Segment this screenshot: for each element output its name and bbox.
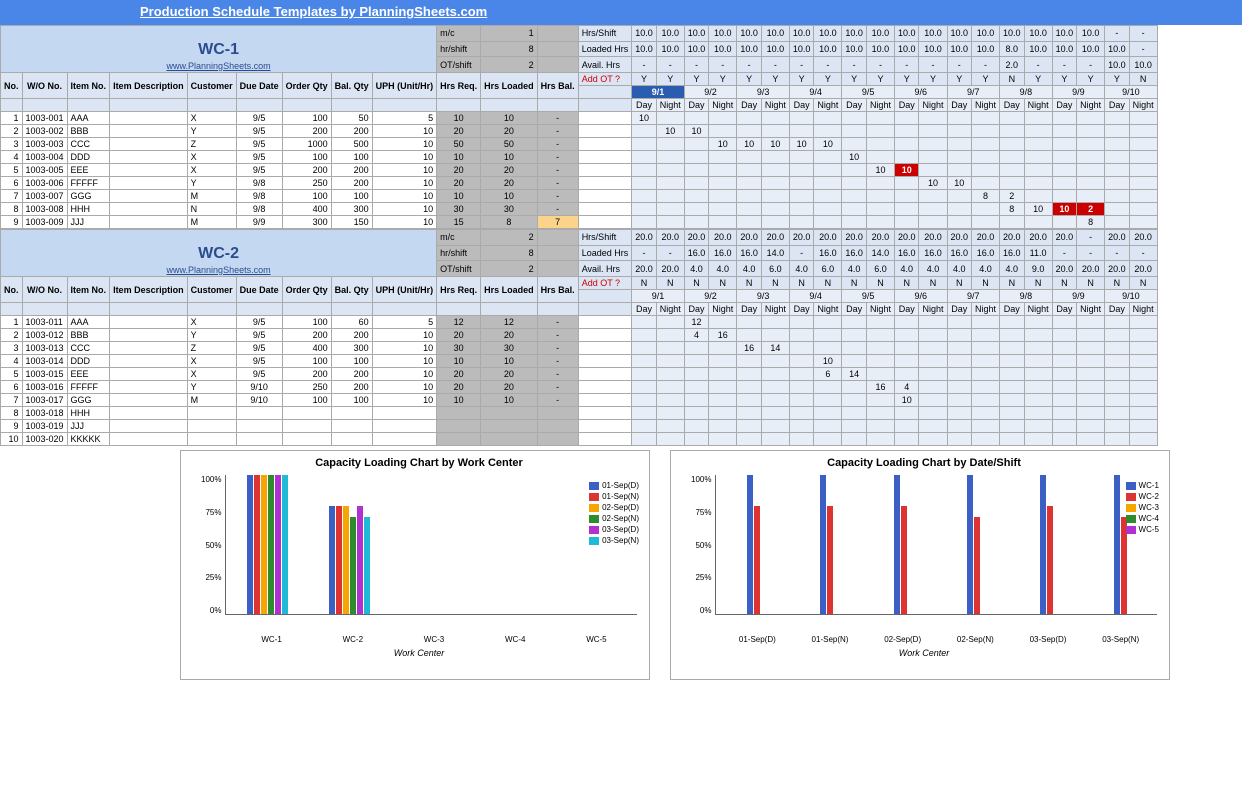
col-header: Hrs Loaded <box>481 277 538 303</box>
table-row: 71003-017GGGM9/10100100101010-10 <box>1 394 1158 407</box>
date-header[interactable]: 9/2 <box>684 290 737 303</box>
page-title: Production Schedule Templates by Plannin… <box>0 0 1242 25</box>
date-header[interactable]: 9/8 <box>1000 290 1053 303</box>
table-row: 21003-012BBBY9/5200200102020-416 <box>1 329 1158 342</box>
work-center-header: WC-1www.PlanningSheets.com <box>1 26 437 73</box>
table-row: 41003-014DDDX9/5100100101010-10 <box>1 355 1158 368</box>
chart-bar <box>329 506 335 614</box>
production-table: WC-1www.PlanningSheets.comm/c1Hrs/Shift1… <box>0 25 1158 229</box>
date-header[interactable]: 9/10 <box>1105 86 1158 99</box>
table-row: 61003-016FFFFFY9/10250200102020-164 <box>1 381 1158 394</box>
chart: Capacity Loading Chart by Date/Shift100%… <box>670 450 1170 680</box>
chart-bar <box>364 517 370 614</box>
date-header[interactable]: 9/3 <box>737 86 790 99</box>
col-header: Bal. Qty <box>331 73 372 99</box>
col-header: Due Date <box>236 277 282 303</box>
table-row: 51003-015EEEX9/5200200102020-614 <box>1 368 1158 381</box>
table-row: 31003-013CCCZ9/5400300103030-1614 <box>1 342 1158 355</box>
chart-bar <box>336 506 342 614</box>
chart-bar <box>974 517 980 614</box>
chart-bar <box>1114 475 1120 614</box>
date-header[interactable]: 9/9 <box>1052 86 1105 99</box>
table-row: 11003-001AAAX9/51005051010-10 <box>1 112 1158 125</box>
chart-bar <box>350 517 356 614</box>
col-header: W/O No. <box>22 277 67 303</box>
table-row: 101003-020KKKKK <box>1 433 1158 446</box>
table-row: 31003-003CCCZ9/51000500105050-1010101010 <box>1 138 1158 151</box>
planning-link[interactable]: www.PlanningSheets.com <box>4 61 433 71</box>
date-header[interactable]: 9/7 <box>947 290 1000 303</box>
col-header: Item Description <box>110 73 188 99</box>
col-header: Hrs Bal. <box>537 277 578 303</box>
col-header: Order Qty <box>282 277 331 303</box>
chart-bar <box>747 475 753 614</box>
chart-bar <box>282 475 288 614</box>
chart-bar <box>1040 475 1046 614</box>
chart-legend: WC-1WC-2WC-3WC-4WC-5 <box>1126 481 1159 536</box>
col-header: Customer <box>187 277 236 303</box>
col-header: No. <box>1 73 23 99</box>
chart-bar <box>827 506 833 614</box>
col-header: Hrs Req. <box>437 277 481 303</box>
chart-bar <box>261 475 267 614</box>
col-header: Hrs Req. <box>437 73 481 99</box>
chart-legend: 01-Sep(D)01-Sep(N)02-Sep(D)02-Sep(N)03-S… <box>589 481 639 547</box>
date-header[interactable]: 9/6 <box>894 86 947 99</box>
date-header[interactable]: 9/5 <box>842 290 895 303</box>
chart-bar <box>754 506 760 614</box>
date-header[interactable]: 9/5 <box>842 86 895 99</box>
col-header: Customer <box>187 73 236 99</box>
date-header[interactable]: 9/2 <box>684 86 737 99</box>
col-header: Due Date <box>236 73 282 99</box>
chart-bar <box>901 506 907 614</box>
table-row: 91003-009JJJM9/93001501015878 <box>1 216 1158 229</box>
date-header[interactable]: 9/10 <box>1105 290 1158 303</box>
col-header: W/O No. <box>22 73 67 99</box>
table-row: 61003-006FFFFFY9/8250200102020-1010 <box>1 177 1158 190</box>
chart-bar <box>820 475 826 614</box>
chart-bar <box>1047 506 1053 614</box>
col-header: Hrs Bal. <box>537 73 578 99</box>
date-header[interactable]: 9/9 <box>1052 290 1105 303</box>
date-header[interactable]: 9/6 <box>894 290 947 303</box>
chart-bar <box>894 475 900 614</box>
col-header: UPH (Unit/Hr) <box>372 277 437 303</box>
chart-bar <box>275 475 281 614</box>
col-header: Item No. <box>67 277 110 303</box>
col-header: Item No. <box>67 73 110 99</box>
table-row: 91003-019JJJ <box>1 420 1158 433</box>
table-row: 51003-005EEEX9/5200200102020-1010 <box>1 164 1158 177</box>
chart-bar <box>254 475 260 614</box>
date-header[interactable]: 9/1 <box>632 290 685 303</box>
work-center-header: WC-2www.PlanningSheets.com <box>1 230 437 277</box>
col-header: Item Description <box>110 277 188 303</box>
col-header: No. <box>1 277 23 303</box>
date-header[interactable]: 9/3 <box>737 290 790 303</box>
chart-bar <box>357 506 363 614</box>
table-row: 41003-004DDDX9/5100100101010-10 <box>1 151 1158 164</box>
date-header[interactable]: 9/4 <box>789 86 842 99</box>
chart-bar <box>967 475 973 614</box>
chart-title: Capacity Loading Chart by Work Center <box>201 457 637 469</box>
table-row: 71003-007GGGM9/8100100101010-82 <box>1 190 1158 203</box>
col-header: Bal. Qty <box>331 277 372 303</box>
table-row: 81003-018HHH <box>1 407 1158 420</box>
date-header[interactable]: 9/4 <box>789 290 842 303</box>
table-row: 81003-008HHHN9/8400300103030-810102 <box>1 203 1158 216</box>
table-row: 11003-011AAAX9/51006051212-12 <box>1 316 1158 329</box>
chart-bar <box>247 475 253 614</box>
date-header[interactable]: 9/1 <box>632 86 685 99</box>
table-row: 21003-002BBBY9/5200200102020-1010 <box>1 125 1158 138</box>
chart: Capacity Loading Chart by Work Center100… <box>180 450 650 680</box>
col-header: Hrs Loaded <box>481 73 538 99</box>
chart-bar <box>268 475 274 614</box>
date-header[interactable]: 9/8 <box>1000 86 1053 99</box>
planning-link[interactable]: www.PlanningSheets.com <box>4 265 433 275</box>
chart-bar <box>343 506 349 614</box>
date-header[interactable]: 9/7 <box>947 86 1000 99</box>
chart-title: Capacity Loading Chart by Date/Shift <box>691 457 1157 469</box>
col-header: Order Qty <box>282 73 331 99</box>
col-header: UPH (Unit/Hr) <box>372 73 437 99</box>
production-table: WC-2www.PlanningSheets.comm/c2Hrs/Shift2… <box>0 229 1158 446</box>
